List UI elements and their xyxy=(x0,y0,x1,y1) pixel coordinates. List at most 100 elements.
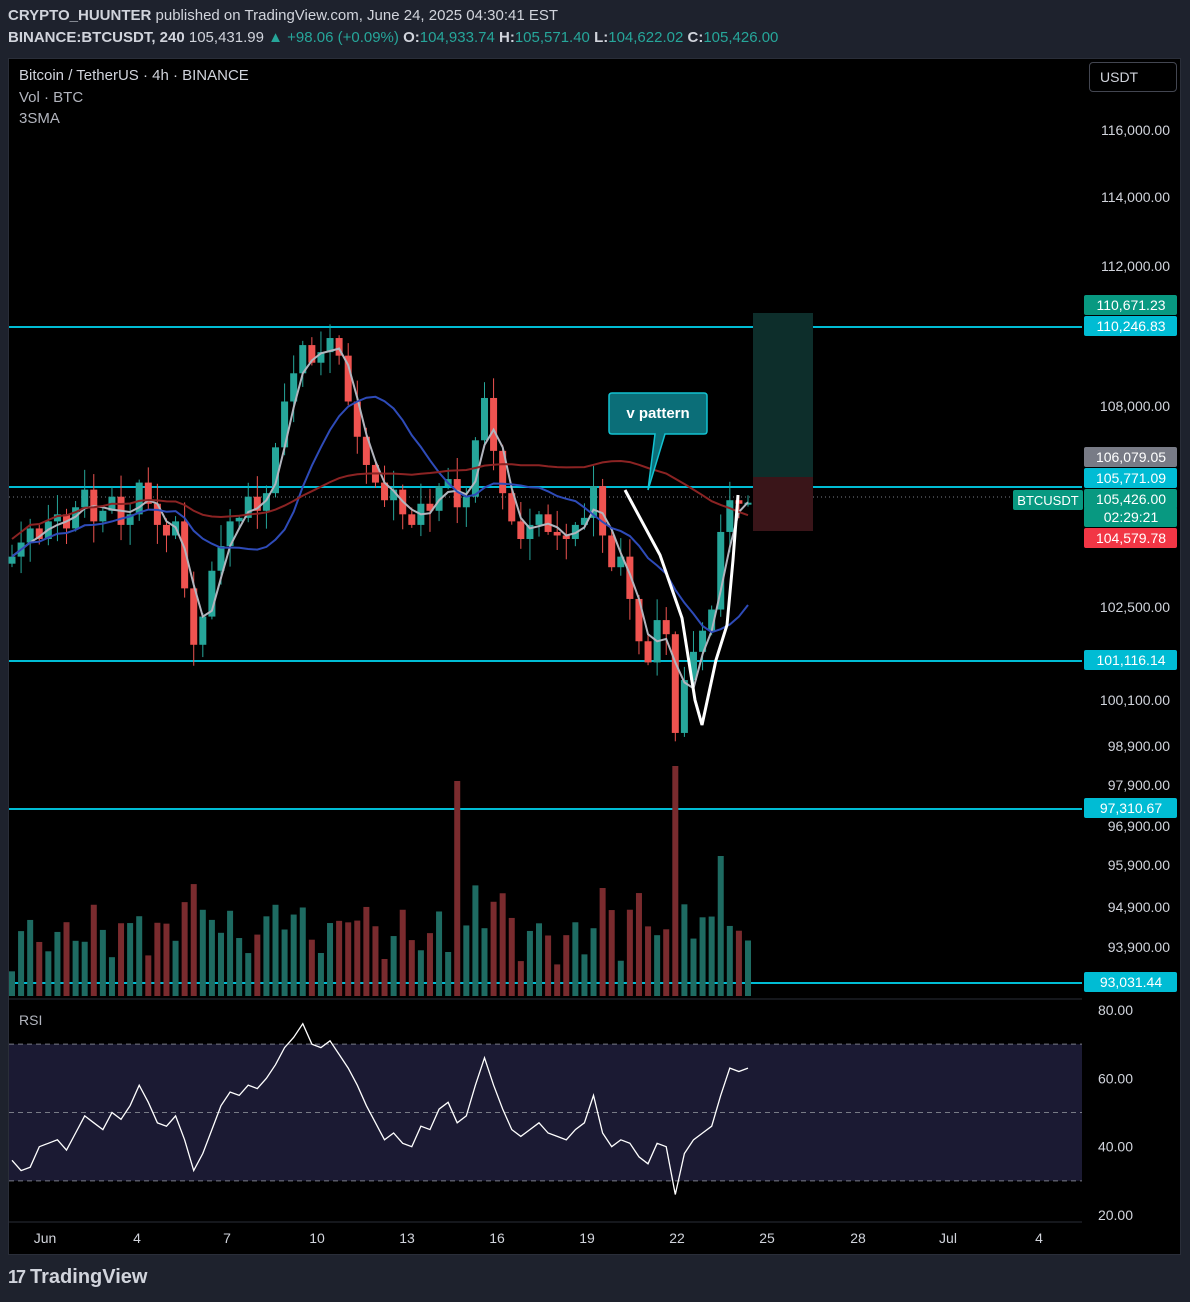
volume-bar xyxy=(599,888,606,996)
volume-bar xyxy=(708,916,715,996)
time-tick-label: 13 xyxy=(399,1230,415,1246)
candles xyxy=(8,324,752,742)
volume-bar xyxy=(81,941,88,996)
candle-body xyxy=(599,486,607,536)
price-tag-label: 110,246.83 xyxy=(1096,318,1165,334)
volume-bar xyxy=(672,766,679,996)
candle-body xyxy=(662,620,670,635)
sma-legend[interactable]: 3SMA xyxy=(19,110,60,127)
price-tag-label: 105,771.09 xyxy=(1096,470,1166,486)
volume-bar xyxy=(217,932,224,996)
candle-body xyxy=(162,524,170,536)
symbol-tag-text: BTCUSDT xyxy=(1017,493,1078,508)
price-tick-label: 102,500.00 xyxy=(1100,599,1170,615)
volume-bar xyxy=(472,885,479,996)
rsi-tick-label: 80.00 xyxy=(1098,1002,1133,1018)
volume-bars xyxy=(9,766,751,996)
volume-bar xyxy=(381,958,388,996)
volume-bar xyxy=(36,941,43,996)
volume-bar xyxy=(717,856,724,996)
volume-bar xyxy=(726,925,733,996)
volume-bar xyxy=(154,922,161,996)
volume-bar xyxy=(617,960,624,996)
volume-bar xyxy=(436,911,443,996)
candle-body xyxy=(99,510,107,522)
volume-bar xyxy=(408,940,415,996)
candle-body xyxy=(480,397,488,441)
rsi-legend[interactable]: RSI xyxy=(19,1012,42,1028)
tradingview-brand[interactable]: 17 TradingView xyxy=(8,1266,147,1289)
time-tick-label: Jul xyxy=(939,1230,957,1246)
candle-body xyxy=(235,517,243,522)
rsi-axis: 80.00 60.00 40.00 20.00 xyxy=(1098,1002,1133,1223)
candle-body xyxy=(626,556,634,599)
volume-bar xyxy=(745,940,751,996)
volume-bar xyxy=(281,929,288,996)
candle-body xyxy=(535,514,543,525)
time-tick-label: 19 xyxy=(579,1230,595,1246)
price-tag-label: 93,031.44 xyxy=(1100,974,1162,990)
price-tick-label: 112,000.00 xyxy=(1101,258,1170,274)
candle-body xyxy=(199,616,207,645)
volume-bar xyxy=(327,923,334,996)
volume-bar xyxy=(272,904,279,996)
candle-body xyxy=(408,514,416,525)
long-position-tool[interactable] xyxy=(753,313,813,531)
horizontal-levels xyxy=(9,326,1082,984)
chart-svg[interactable]: 116,000.00 114,000.00 112,000.00 108,000.00… xyxy=(0,0,1190,1302)
price-tick-label: 96,900.00 xyxy=(1108,818,1170,834)
volume-bar xyxy=(608,910,615,996)
volume-bar xyxy=(445,951,452,996)
symbol-tag: BTCUSDT xyxy=(1013,490,1083,510)
volume-bar xyxy=(581,954,588,996)
candle-body xyxy=(680,680,688,733)
volume-bar xyxy=(645,926,652,996)
price-tick-label: 108,000.00 xyxy=(1100,398,1170,414)
volume-bar xyxy=(99,929,106,996)
volume-bar xyxy=(227,910,234,996)
candle-body xyxy=(490,397,498,451)
price-tick-label: 114,000.00 xyxy=(1101,189,1170,205)
rsi-tick-label: 20.00 xyxy=(1098,1207,1133,1223)
volume-bar xyxy=(526,930,533,996)
volume-bar xyxy=(390,936,397,996)
currency-selector[interactable]: USDT xyxy=(1089,62,1177,92)
volume-bar xyxy=(490,901,497,996)
volume-bar xyxy=(145,955,152,996)
rsi-tick-label: 40.00 xyxy=(1098,1139,1133,1155)
price-tick-label: 95,900.00 xyxy=(1108,857,1170,873)
volume-bar xyxy=(345,922,352,996)
volume-bar xyxy=(426,933,433,996)
volume-bar xyxy=(317,953,324,996)
volume-bar xyxy=(572,922,579,996)
volume-bar xyxy=(372,926,379,996)
time-tick-label: 25 xyxy=(759,1230,775,1246)
volume-bar xyxy=(163,923,170,996)
time-tick-label: 4 xyxy=(133,1230,141,1246)
volume-bar xyxy=(254,934,261,996)
price-tick-label: 98,900.00 xyxy=(1108,738,1170,754)
volume-bar xyxy=(508,917,515,996)
price-tick-label: 116,000.00 xyxy=(1101,122,1170,138)
candle-body xyxy=(726,500,734,532)
volume-legend[interactable]: Vol · BTC xyxy=(19,89,83,106)
volume-bar xyxy=(563,935,570,996)
volume-bar xyxy=(90,904,97,996)
volume-bar xyxy=(108,957,115,996)
candle-body xyxy=(608,535,616,568)
chart-title[interactable]: Bitcoin / TetherUS · 4h · BINANCE xyxy=(19,67,249,84)
volume-bar xyxy=(118,923,125,996)
price-tag-label: 104,579.78 xyxy=(1096,530,1166,546)
time-tick-label: Jun xyxy=(34,1230,57,1246)
v-pattern-callout[interactable]: v pattern xyxy=(608,392,708,491)
time-axis[interactable]: Jun 4 7 10 13 16 19 22 25 28 Jul 4 xyxy=(9,1221,1082,1246)
volume-bar xyxy=(635,893,642,996)
rsi-tick-label: 60.00 xyxy=(1098,1070,1133,1086)
volume-bar xyxy=(454,781,461,996)
volume-bar xyxy=(681,904,688,996)
volume-bar xyxy=(481,928,488,996)
volume-bar xyxy=(127,923,134,996)
volume-bar xyxy=(9,971,15,996)
rsi-background xyxy=(9,998,1082,1182)
volume-bar xyxy=(417,950,424,996)
